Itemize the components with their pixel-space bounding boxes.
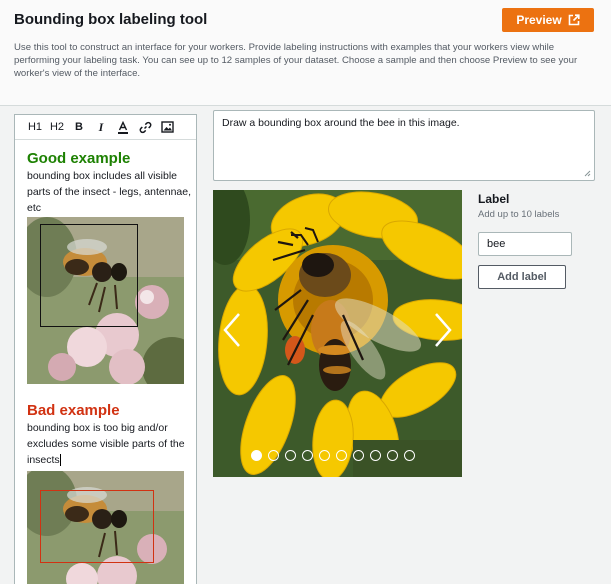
link-icon: [139, 121, 151, 133]
instructions-content[interactable]: Good example bounding box includes all v…: [27, 150, 192, 584]
next-slide-icon[interactable]: [430, 310, 454, 350]
carousel-dot[interactable]: [251, 450, 262, 461]
bad-example-text-value: bounding box is too big and/or excludes …: [27, 422, 185, 466]
good-example-image: [27, 217, 184, 384]
task-prompt-text: Draw a bounding box around the bee in th…: [222, 117, 460, 129]
carousel-dot[interactable]: [302, 450, 313, 461]
label-input[interactable]: [478, 232, 572, 256]
add-label-text: Add label: [497, 271, 547, 283]
bold-button[interactable]: B: [68, 119, 90, 135]
carousel-dot[interactable]: [336, 450, 347, 461]
bad-example-heading: Bad example: [27, 402, 120, 419]
text-color-icon: [118, 120, 128, 134]
external-link-icon: [568, 14, 580, 26]
heading2-button[interactable]: H2: [46, 119, 68, 135]
preview-button[interactable]: Preview: [502, 8, 594, 32]
italic-button[interactable]: I: [90, 119, 112, 135]
previous-slide-icon[interactable]: [221, 310, 245, 350]
page-title: Bounding box labeling tool: [14, 11, 208, 28]
link-button[interactable]: [134, 119, 156, 135]
bold-label: B: [75, 121, 83, 133]
bad-example-image: [27, 471, 184, 584]
sample-image: [213, 190, 462, 477]
italic-label: I: [98, 119, 104, 134]
heading1-button[interactable]: H1: [24, 119, 46, 135]
description: Use this tool to construct an interface …: [14, 42, 578, 79]
carousel-dot[interactable]: [268, 450, 279, 461]
editor-toolbar: H1 H2 B I: [15, 115, 196, 140]
text-cursor: [59, 454, 61, 466]
label-hint: Add up to 10 labels: [478, 209, 560, 220]
header: Bounding box labeling tool Preview Use t…: [0, 0, 611, 106]
good-example-heading: Good example: [27, 150, 131, 167]
resize-grip-icon[interactable]: [583, 169, 591, 177]
task-prompt-textarea[interactable]: Draw a bounding box around the bee in th…: [213, 110, 595, 181]
instructions-editor[interactable]: H1 H2 B I Good example bounding box incl…: [14, 114, 197, 584]
bad-example-text: bounding box is too big and/or excludes …: [27, 420, 192, 468]
carousel-dot[interactable]: [404, 450, 415, 461]
label-title: Label: [478, 192, 510, 206]
bad-bounding-box: [40, 490, 154, 563]
add-label-button[interactable]: Add label: [478, 265, 566, 289]
carousel-dot[interactable]: [387, 450, 398, 461]
carousel-dot[interactable]: [370, 450, 381, 461]
insert-image-button[interactable]: [156, 119, 178, 135]
carousel-dot[interactable]: [285, 450, 296, 461]
text-color-button[interactable]: [112, 119, 134, 135]
carousel-dot[interactable]: [319, 450, 330, 461]
image-icon: [160, 121, 174, 133]
good-bounding-box: [40, 224, 138, 327]
sample-image-carousel: [213, 190, 462, 477]
preview-label: Preview: [516, 13, 562, 27]
carousel-indicators: [251, 450, 415, 462]
carousel-dot[interactable]: [353, 450, 364, 461]
heading2-label: H2: [49, 121, 65, 133]
good-example-text: bounding box includes all visible parts …: [27, 170, 192, 214]
heading1-label: H1: [27, 121, 43, 133]
